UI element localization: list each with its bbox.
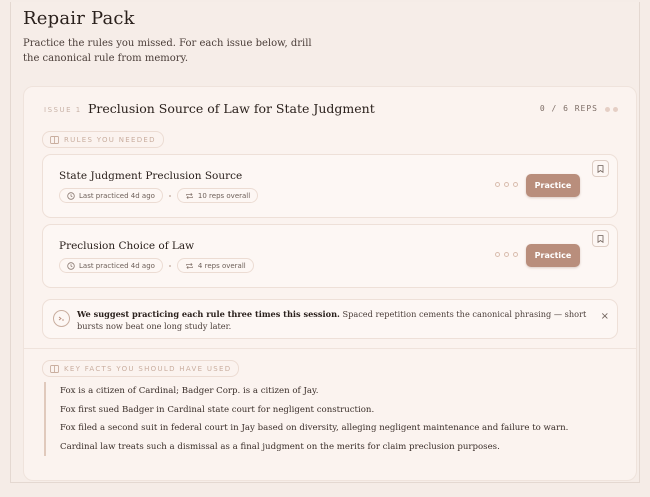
facts-section-chip: KEY FACTS YOU SHOULD HAVE USED	[42, 360, 240, 377]
page-title: Repair Pack	[23, 8, 135, 29]
repeat-icon	[186, 262, 193, 269]
rule-card-1: State Judgment Preclusion Source Last pr…	[42, 154, 618, 218]
meta-separator	[168, 194, 171, 197]
fact-item: Fox first sued Badger in Cardinal state …	[60, 404, 375, 415]
repeat-cycle-icon	[53, 310, 70, 327]
issue-reps-dots	[605, 107, 618, 112]
close-icon[interactable]: ×	[601, 311, 609, 323]
reps-overall-chip: 4 reps overall	[176, 258, 254, 273]
practice-button[interactable]: Practice	[526, 244, 580, 267]
facts-section-label: KEY FACTS YOU SHOULD HAVE USED	[64, 364, 232, 373]
rule-name: Preclusion Choice of Law	[59, 240, 195, 252]
fact-item: Fox filed a second suit in federal court…	[60, 423, 569, 433]
rule-name: State Judgment Preclusion Source	[59, 170, 243, 182]
rule-meta: Last practiced 4d ago 10 reps overall	[59, 188, 259, 203]
rep-progress-dots	[495, 252, 518, 257]
last-practiced-chip: Last practiced 4d ago	[59, 258, 163, 273]
rep-progress-dots	[495, 182, 518, 187]
suggestion-banner: We suggest practicing each rule three ti…	[42, 299, 618, 339]
issue-card: ISSUE 1 Preclusion Source of Law for Sta…	[23, 86, 637, 481]
clock-icon	[67, 261, 75, 270]
rule-card-2: Preclusion Choice of Law Last practiced …	[42, 224, 618, 288]
bookmark-button[interactable]	[592, 160, 609, 177]
rules-section-label: RULES YOU NEEDED	[64, 135, 156, 144]
last-practiced-chip: Last practiced 4d ago	[59, 188, 163, 203]
book-icon	[50, 364, 59, 373]
book-icon	[50, 135, 59, 144]
issue-reps-counter: 0 / 6 REPS	[539, 104, 598, 113]
page-subtitle: Practice the rules you missed. For each …	[23, 38, 312, 64]
issue-title: Preclusion Source of Law for State Judgm…	[88, 101, 375, 116]
clock-icon	[67, 191, 75, 200]
rules-section-chip: RULES YOU NEEDED	[42, 131, 164, 148]
key-facts-list: Fox is a citizen of Cardinal; Badger Cor…	[44, 382, 620, 456]
fact-item: Fox is a citizen of Cardinal; Badger Cor…	[60, 386, 319, 396]
repeat-icon	[186, 192, 193, 199]
reps-overall-chip: 10 reps overall	[176, 188, 259, 203]
issue-number: ISSUE 1	[44, 106, 82, 114]
rule-meta: Last practiced 4d ago 4 reps overall	[59, 258, 254, 273]
suggestion-bold: We suggest practicing each rule three ti…	[77, 309, 340, 319]
meta-separator	[168, 264, 171, 267]
section-divider	[24, 348, 636, 349]
bookmark-icon	[597, 164, 604, 173]
fact-item: Cardinal law treats such a dismissal as …	[60, 441, 500, 452]
bookmark-icon	[597, 234, 604, 243]
bookmark-button[interactable]	[592, 230, 609, 247]
practice-button[interactable]: Practice	[526, 174, 580, 197]
suggestion-text: We suggest practicing each rule three ti…	[77, 308, 597, 332]
